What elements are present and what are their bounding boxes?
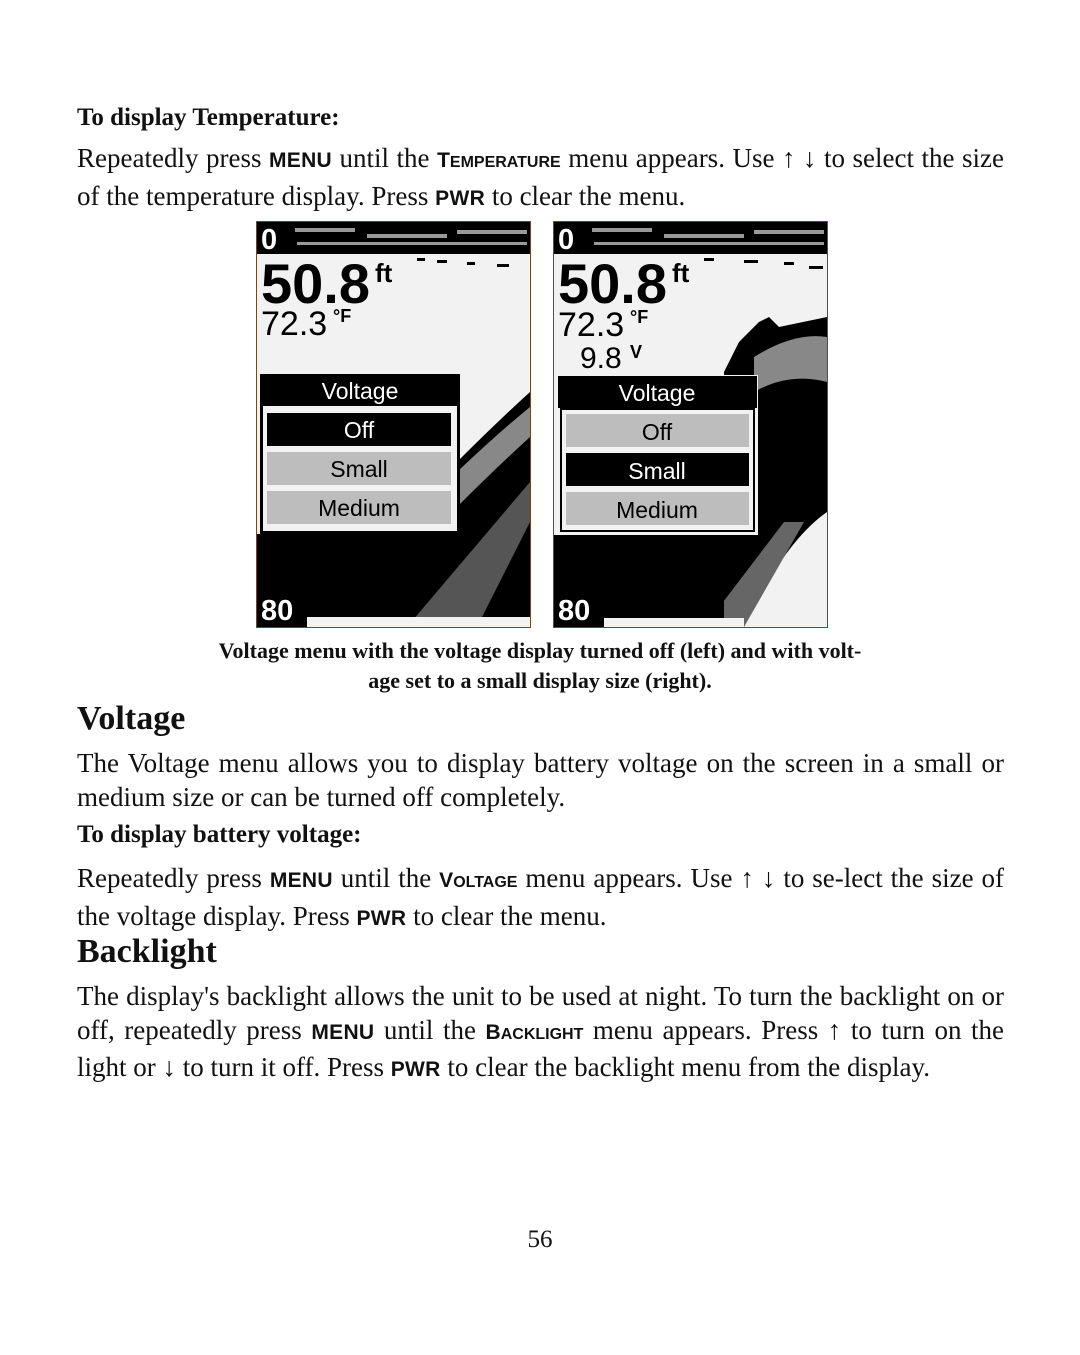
svg-text:°F: °F — [630, 307, 648, 327]
svg-text:ft: ft — [375, 258, 393, 288]
paragraph-voltage-intro: The Voltage menu allows you to display b… — [77, 748, 1004, 812]
paragraph-temperature-instructions: Repeatedly press MENU until the TEMPERAT… — [77, 143, 1004, 211]
menu-title: Voltage — [322, 378, 399, 404]
section-title-voltage: Voltage — [77, 700, 186, 737]
svg-text:80: 80 — [558, 595, 590, 627]
voltage-menu: Voltage Off Small Medium — [260, 374, 460, 534]
page-number: 56 — [527, 1226, 553, 1253]
arrow-up-down-icon: ↑ ↓ — [781, 143, 817, 173]
voltage-readout: 9.8 — [580, 342, 622, 375]
arrow-down-icon: ↓ — [162, 1052, 177, 1082]
figure-caption: Voltage menu with the voltage display tu… — [218, 638, 862, 693]
svg-text:Off: Off — [642, 419, 673, 445]
temperature-readout: 72.3 — [261, 305, 327, 343]
svg-text:V: V — [630, 342, 642, 362]
heading-display-temperature: To display Temperature: — [77, 104, 340, 131]
voltage-menu: Voltage Off Small Medium — [557, 375, 758, 535]
paragraph-voltage-instructions: Repeatedly press MENU until the VOLTAGE … — [77, 863, 1005, 931]
svg-text:Small: Small — [628, 458, 686, 484]
section-title-backlight: Backlight — [77, 933, 217, 970]
svg-text:Medium: Medium — [616, 497, 698, 523]
svg-text:Off: Off — [344, 417, 375, 443]
svg-text:Small: Small — [330, 456, 388, 482]
screenshot-voltage-off: 0 50.8 ft 72.3 °F Voltage Off Small Medi… — [256, 221, 531, 628]
svg-text:Medium: Medium — [318, 495, 400, 521]
temperature-readout: 72.3 — [558, 306, 624, 344]
heading-display-battery-voltage: To display battery voltage: — [77, 821, 362, 848]
svg-text:°F: °F — [333, 306, 351, 326]
screenshot-voltage-small: 0 50.8 ft 72.3 °F 9.8 V Voltage Off Smal… — [553, 221, 828, 628]
svg-text:Voltage: Voltage — [619, 380, 696, 406]
arrow-up-down-icon: ↑ ↓ — [740, 863, 776, 893]
paragraph-backlight: The display's backlight allows the unit … — [77, 981, 1004, 1082]
arrow-up-icon: ↑ — [827, 1014, 842, 1045]
svg-text:ft: ft — [672, 258, 690, 288]
bottom-depth-label: 80 — [261, 595, 293, 627]
